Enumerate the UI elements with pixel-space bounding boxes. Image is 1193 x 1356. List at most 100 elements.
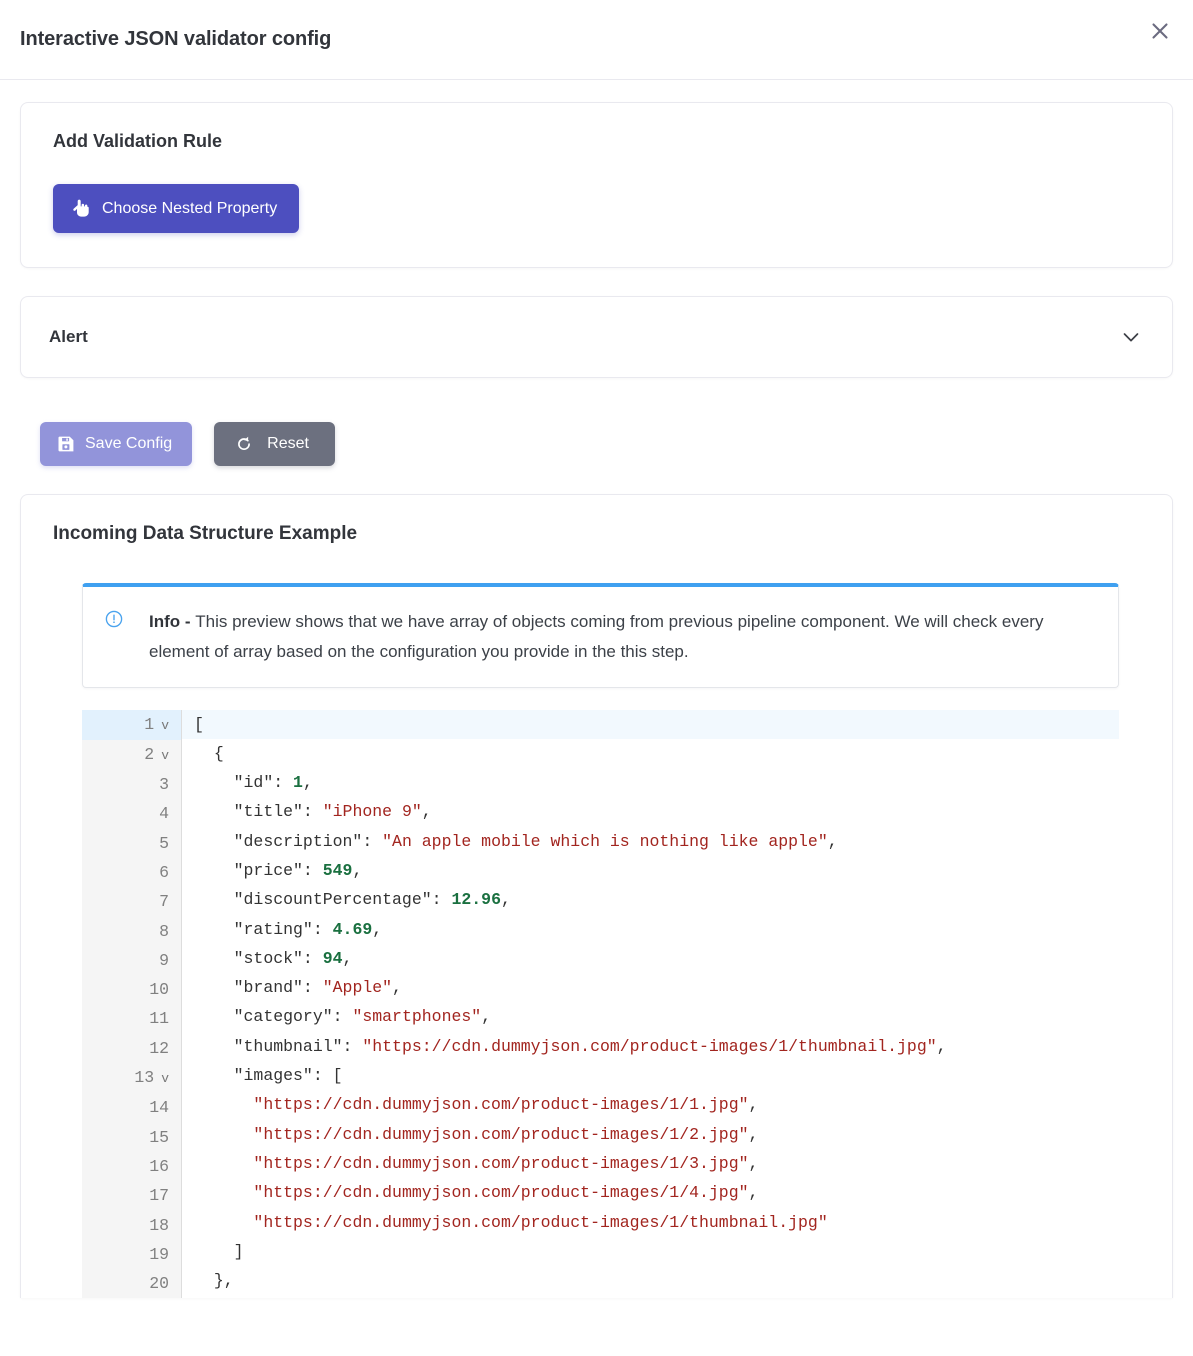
- hand-pointing-up-icon: [73, 199, 89, 218]
- code-token-key: "rating": [233, 919, 313, 939]
- editor-line-number: 17: [149, 1186, 169, 1206]
- code-token-str: "https://cdn.dummyjson.com/product-image…: [362, 1036, 937, 1056]
- fold-chevron-icon[interactable]: v: [161, 718, 169, 733]
- choose-nested-property-label: Choose Nested Property: [102, 199, 278, 217]
- fold-chevron-icon[interactable]: v: [161, 1071, 169, 1086]
- code-token-key: "brand": [233, 978, 303, 998]
- code-token-pun: ,: [421, 802, 432, 822]
- editor-line-number: 13 v: [134, 1068, 169, 1088]
- editor-line-number: 10: [149, 980, 169, 1000]
- editor-code-line: {: [194, 739, 1119, 768]
- editor-line-number: 1v: [82, 709, 181, 740]
- editor-code-line: "https://cdn.dummyjson.com/product-image…: [194, 1149, 1119, 1178]
- json-code-editor[interactable]: 1 v 2 v 3 4 5 6 7 8 9 10 11 12 13 v 14 15 16 17 18 19 20 [ { "…: [82, 709, 1119, 1299]
- code-token-pun: :: [362, 831, 383, 851]
- code-token-pun: : [: [312, 1066, 343, 1086]
- json-validator-modal: Interactive JSON validator config Add Va…: [0, 0, 1193, 1356]
- add-validation-rule-title: Add Validation Rule: [53, 131, 223, 151]
- editor-code-line: },: [194, 1266, 1119, 1295]
- editor-line-number: 9: [159, 950, 169, 970]
- code-token-key: "title": [233, 802, 303, 822]
- editor-code-line: [: [182, 709, 1119, 739]
- code-token-pun: :: [431, 890, 452, 910]
- editor-line-number: 8: [159, 921, 169, 941]
- info-circle-icon: [105, 610, 123, 628]
- code-token-str: "Apple": [322, 978, 393, 998]
- code-token-key: "images": [233, 1066, 313, 1086]
- code-token-str: "https://cdn.dummyjson.com/product-image…: [253, 1095, 749, 1115]
- add-validation-rule-card: Add Validation Rule Choose Nested Proper…: [20, 102, 1173, 268]
- choose-nested-property-button[interactable]: Choose Nested Property: [53, 184, 300, 233]
- code-token-key: "category": [233, 1007, 333, 1027]
- code-token-pun: ,: [372, 919, 383, 939]
- editor-code-line: "https://cdn.dummyjson.com/product-image…: [194, 1178, 1119, 1207]
- code-token-pun: ,: [500, 890, 511, 910]
- editor-code-line: "discountPercentage": 12.96,: [194, 885, 1119, 914]
- editor-code-line: "images": [: [194, 1061, 1119, 1090]
- editor-code-line: "https://cdn.dummyjson.com/product-image…: [194, 1120, 1119, 1149]
- editor-line-number: 18: [149, 1215, 169, 1235]
- code-token-key: "id": [233, 773, 274, 793]
- code-token-pun: [: [194, 714, 204, 734]
- code-token-num: 549: [322, 860, 353, 880]
- save-config-button[interactable]: Save Config: [40, 422, 193, 466]
- editor-code-line: "https://cdn.dummyjson.com/product-image…: [194, 1090, 1119, 1119]
- code-token-pun: {: [213, 743, 224, 763]
- editor-line-number: 15: [149, 1127, 169, 1147]
- editor-line-number: 16: [149, 1156, 169, 1176]
- code-token-pun: ,: [342, 948, 353, 968]
- editor-code-line: "thumbnail": "https://cdn.dummyjson.com/…: [194, 1032, 1119, 1061]
- editor-code-line: "id": 1,: [194, 768, 1119, 797]
- alert-accordion[interactable]: Alert: [20, 296, 1173, 378]
- editor-line-number: 3: [159, 775, 169, 795]
- code-token-pun: :: [302, 948, 323, 968]
- code-token-str: "https://cdn.dummyjson.com/product-image…: [253, 1124, 749, 1144]
- fold-chevron-icon[interactable]: v: [161, 748, 169, 763]
- incoming-data-structure-card: Incoming Data Structure Example Info - T…: [20, 494, 1173, 1299]
- code-token-pun: :: [332, 1007, 353, 1027]
- info-alert-body: This preview shows that we have array of…: [149, 612, 1044, 661]
- code-token-num: 1: [293, 773, 303, 793]
- code-token-pun: ,: [392, 978, 402, 998]
- incoming-data-structure-title: Incoming Data Structure Example: [53, 523, 358, 544]
- code-token-key: "stock": [233, 948, 303, 968]
- editor-code-line: ]: [194, 1237, 1119, 1266]
- alert-accordion-label: Alert: [49, 327, 88, 346]
- code-token-str: "https://cdn.dummyjson.com/product-image…: [253, 1183, 749, 1203]
- reset-label: Reset: [267, 435, 309, 452]
- editor-code-line: "price": 549,: [194, 856, 1119, 885]
- code-token-num: 12.96: [451, 890, 501, 910]
- chevron-down-icon[interactable]: [1118, 324, 1144, 350]
- reset-rotate-icon: [236, 436, 252, 452]
- code-token-pun: ,: [352, 860, 363, 880]
- info-alert: Info - This preview shows that we have a…: [82, 583, 1119, 688]
- code-token-pun: },: [213, 1271, 234, 1291]
- action-buttons: Save Config Reset: [20, 422, 1173, 466]
- code-token-pun: :: [302, 978, 323, 998]
- editor-line-number: 6: [159, 862, 169, 882]
- editor-line-number: 4: [159, 804, 169, 824]
- code-token-key: "description": [233, 831, 363, 851]
- code-token-num: 94: [322, 948, 343, 968]
- editor-line-number: 19: [149, 1244, 169, 1264]
- page-title: Interactive JSON validator config: [20, 28, 332, 50]
- code-token-num: 4.69: [332, 919, 373, 939]
- code-token-pun: ,: [748, 1095, 759, 1115]
- code-token-pun: :: [342, 1036, 363, 1056]
- editor-line-number: 2v: [144, 744, 169, 764]
- code-token-pun: :: [302, 860, 323, 880]
- editor-line-number: 20: [149, 1274, 169, 1294]
- code-token-str: "https://cdn.dummyjson.com/product-image…: [253, 1212, 828, 1232]
- reset-button[interactable]: Reset: [214, 422, 335, 466]
- save-config-label: Save Config: [85, 435, 173, 452]
- close-icon[interactable]: [1143, 14, 1177, 48]
- code-token-str: "smartphones": [352, 1007, 482, 1027]
- info-alert-text: Info - This preview shows that we have a…: [149, 607, 1096, 667]
- save-floppy-icon: [58, 436, 74, 452]
- modal-body: Add Validation Rule Choose Nested Proper…: [0, 80, 1193, 1299]
- code-token-key: "discountPercentage": [233, 890, 432, 910]
- editor-code-content[interactable]: [ { "id": 1, "title": "iPhone 9", "descr…: [182, 709, 1119, 1299]
- modal-header: Interactive JSON validator config: [0, 0, 1193, 80]
- code-token-str: "An apple mobile which is nothing like a…: [382, 831, 828, 851]
- code-token-pun: ,: [748, 1153, 759, 1173]
